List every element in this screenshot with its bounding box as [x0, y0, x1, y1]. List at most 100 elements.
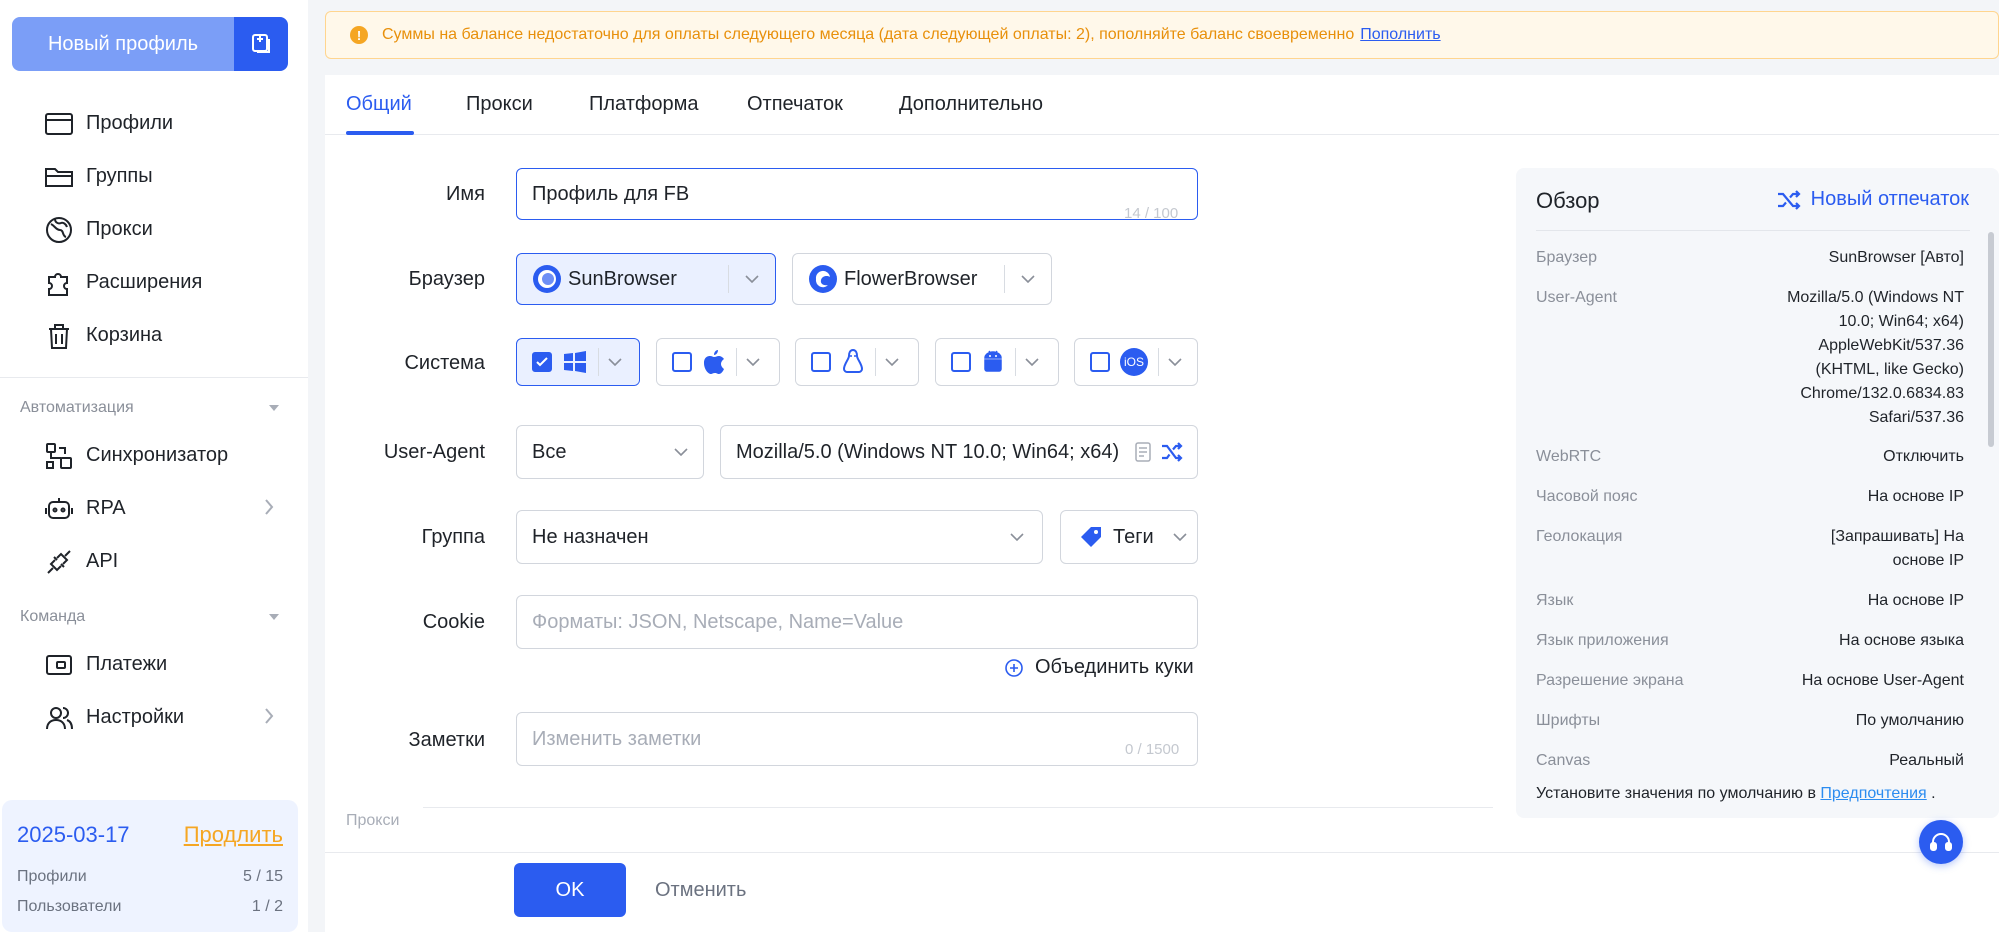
- overview-key: WebRTC: [1536, 448, 1602, 465]
- team-section-title: Команда: [20, 608, 86, 625]
- caret-down-icon: [269, 405, 279, 411]
- overview-row-canvas: Canvas Реальный: [1536, 749, 1964, 773]
- sidebar-item-extensions[interactable]: Расширения: [0, 256, 308, 309]
- sidebar-item-label: Группы: [86, 165, 153, 187]
- sidebar-item-profiles[interactable]: Профили: [0, 97, 308, 150]
- chevron-right-icon: [265, 499, 274, 515]
- group-label: Группа: [421, 526, 485, 548]
- browser-option-sunbrowser[interactable]: SunBrowser: [516, 253, 776, 305]
- add-profile-icon[interactable]: [234, 17, 288, 71]
- overview-value: Отключить: [1883, 448, 1964, 465]
- overview-value: SunBrowser [Авто]: [1828, 249, 1964, 266]
- automation-section-header[interactable]: Автоматизация: [20, 399, 280, 417]
- chevron-down-icon[interactable]: [737, 358, 769, 366]
- sidebar-item-rpa[interactable]: RPA: [0, 482, 308, 535]
- overview-value: На основе IP: [1867, 488, 1964, 505]
- os-option-linux[interactable]: [795, 338, 919, 386]
- tab-proxy[interactable]: Прокси: [466, 93, 533, 116]
- tags-select[interactable]: Теги: [1060, 510, 1198, 564]
- overview-key: User-Agent: [1536, 289, 1617, 306]
- name-input[interactable]: Профиль для FB: [516, 168, 1198, 220]
- new-fingerprint-label: Новый отпечаток: [1810, 188, 1969, 210]
- browser-name: FlowerBrowser: [844, 267, 978, 290]
- overview-row-geolocation: Геолокация [Запрашивать] На основе IP: [1536, 525, 1964, 573]
- overview-key: Разрешение экрана: [1536, 672, 1684, 689]
- overview-scrollbar[interactable]: [1988, 232, 1994, 447]
- notes-input[interactable]: Изменить заметки: [516, 712, 1198, 766]
- cancel-button[interactable]: Отменить: [655, 879, 746, 902]
- os-option-windows[interactable]: [516, 338, 640, 386]
- overview-panel: Обзор Новый отпечаток Браузер SunBrowser…: [1516, 168, 1999, 818]
- overview-key: Язык: [1536, 592, 1574, 609]
- plus-circle-icon: [1005, 658, 1023, 677]
- group-select[interactable]: Не назначен: [516, 510, 1043, 564]
- overview-row-fonts: Шрифты По умолчанию: [1536, 709, 1964, 733]
- checkbox[interactable]: [951, 352, 971, 372]
- group-value: Не назначен: [532, 525, 649, 548]
- tab-platform[interactable]: Платформа: [589, 93, 698, 116]
- support-chat-button[interactable]: [1919, 820, 1963, 864]
- checkbox[interactable]: [811, 352, 831, 372]
- notes-placeholder: Изменить заметки: [532, 727, 702, 750]
- sidebar-item-proxy[interactable]: Прокси: [0, 203, 308, 256]
- merge-cookies-button[interactable]: Объединить куки: [1005, 656, 1194, 679]
- user-agent-input[interactable]: Mozilla/5.0 (Windows NT 10.0; Win64; x64…: [720, 425, 1198, 479]
- tab-advanced[interactable]: Дополнительно: [899, 93, 1043, 116]
- sidebar-item-label: Настройки: [86, 706, 185, 728]
- os-option-macos[interactable]: [656, 338, 780, 386]
- users-icon: [44, 703, 74, 733]
- sidebar-item-label: Профили: [86, 112, 174, 134]
- checkbox-checked[interactable]: [532, 352, 552, 372]
- active-tab-indicator: [346, 131, 414, 135]
- tab-fingerprint[interactable]: Отпечаток: [747, 93, 843, 116]
- new-profile-button[interactable]: Новый профиль: [12, 17, 288, 71]
- checkbox[interactable]: [1090, 352, 1110, 372]
- browser-label: Браузер: [408, 268, 485, 290]
- browser-name: SunBrowser: [568, 267, 677, 290]
- os-option-ios[interactable]: iOS: [1074, 338, 1198, 386]
- overview-value: Реальный: [1889, 752, 1964, 769]
- banner-text: Суммы на балансе недостаточно для оплаты…: [382, 26, 1355, 43]
- os-option-android[interactable]: [935, 338, 1059, 386]
- chevron-down-icon[interactable]: [876, 358, 908, 366]
- chevron-down-icon[interactable]: [729, 275, 775, 283]
- overview-value: По умолчанию: [1855, 712, 1964, 729]
- renew-link[interactable]: Продлить: [184, 822, 283, 848]
- overview-value: На основе IP: [1867, 592, 1964, 609]
- chevron-down-icon: [659, 448, 703, 456]
- new-fingerprint-button[interactable]: Новый отпечаток: [1777, 188, 1969, 211]
- chevron-down-icon[interactable]: [599, 358, 631, 366]
- user-agent-value: Mozilla/5.0 (Windows NT 10.0; Win64; x64…: [736, 440, 1120, 463]
- overview-row-timezone: Часовой пояс На основе IP: [1536, 485, 1964, 509]
- sidebar-item-label: RPA: [86, 497, 126, 519]
- overview-key: Шрифты: [1536, 712, 1601, 729]
- sidebar-item-groups[interactable]: Группы: [0, 150, 308, 203]
- sidebar-item-payments[interactable]: Платежи: [0, 638, 308, 691]
- user-agent-filter-select[interactable]: Все: [516, 425, 704, 479]
- chevron-down-icon[interactable]: [1159, 358, 1191, 366]
- sidebar-item-trash[interactable]: Корзина: [0, 309, 308, 362]
- chevron-down-icon[interactable]: [1005, 275, 1051, 283]
- sidebar-item-api[interactable]: API: [0, 535, 308, 588]
- team-section-header[interactable]: Команда: [20, 608, 280, 626]
- warning-icon: !: [350, 26, 368, 44]
- cookie-input[interactable]: Форматы: JSON, Netscape, Name=Value: [516, 595, 1198, 649]
- checkbox[interactable]: [672, 352, 692, 372]
- preferences-hint-end: .: [1931, 785, 1936, 802]
- sidebar-item-settings[interactable]: Настройки: [0, 691, 308, 744]
- preferences-link[interactable]: Предпочтения: [1820, 785, 1926, 802]
- ok-button[interactable]: OK: [514, 863, 626, 917]
- subscription-date: 2025-03-17: [17, 822, 130, 847]
- shuffle-icon: [1777, 189, 1801, 210]
- shuffle-icon[interactable]: [1161, 442, 1183, 462]
- tab-general[interactable]: Общий: [346, 93, 412, 116]
- sidebar-item-synchronizer[interactable]: Синхронизатор: [0, 429, 308, 482]
- chevron-down-icon: [992, 533, 1042, 541]
- chevron-down-icon[interactable]: [1016, 358, 1048, 366]
- users-quota-label: Пользователи: [17, 898, 122, 915]
- browser-option-flowerbrowser[interactable]: FlowerBrowser: [792, 253, 1052, 305]
- document-icon[interactable]: [1135, 442, 1151, 462]
- top-up-link[interactable]: Пополнить: [1360, 26, 1440, 44]
- overview-title: Обзор: [1536, 188, 1600, 213]
- name-value: Профиль для FB: [532, 182, 690, 205]
